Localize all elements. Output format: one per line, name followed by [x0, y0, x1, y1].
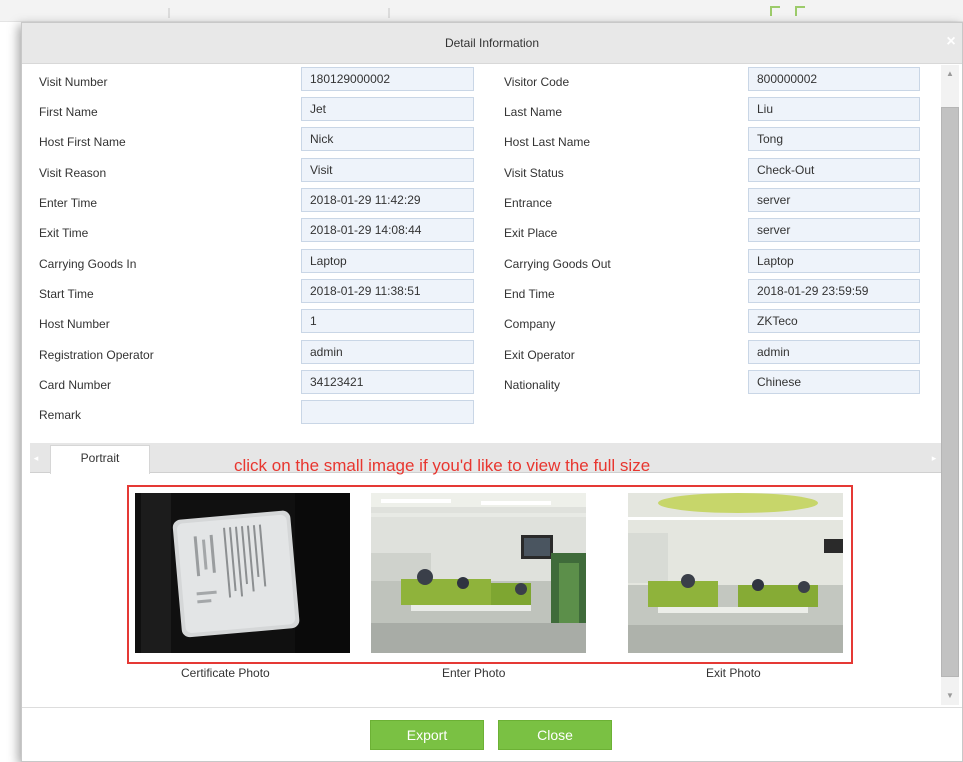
enter-photo-caption: Enter Photo [442, 666, 506, 680]
remark-field [301, 400, 474, 424]
info-row: Start Time 2018-01-29 11:38:51 End Time … [22, 277, 940, 307]
info-row: Visit Reason Visit Visit Status Check-Ou… [22, 156, 940, 186]
close-icon[interactable]: × [943, 33, 959, 51]
field-value: admin [748, 340, 920, 364]
field-value: server [748, 218, 920, 242]
info-row: Host First Name Nick Host Last Name Tong [22, 125, 940, 155]
detail-dialog: Detail Information × Visit Number 180129… [21, 22, 963, 762]
field-label: Visit Number [39, 75, 108, 89]
info-row: Visit Number 180129000002 Visitor Code 8… [22, 65, 940, 95]
field-label: Nationality [504, 378, 561, 392]
certificate-photo-image [135, 493, 350, 653]
field-label: Visit Status [504, 166, 564, 180]
field-label: Carrying Goods Out [504, 257, 611, 271]
vertical-scrollbar[interactable]: ▲ ▼ [941, 65, 959, 705]
field-label: Visit Reason [39, 166, 107, 180]
exit-photo-caption: Exit Photo [706, 666, 761, 680]
dialog-titlebar: Detail Information × [22, 23, 962, 64]
enter-photo[interactable] [371, 493, 586, 653]
certificate-photo-caption: Certificate Photo [181, 666, 270, 680]
full-size-hint: click on the small image if you'd like t… [234, 456, 651, 475]
tab-portrait[interactable]: Portrait [50, 445, 150, 474]
field-value: 2018-01-29 14:08:44 [301, 218, 474, 242]
export-button[interactable]: Export [370, 720, 484, 750]
field-label: Last Name [504, 105, 563, 119]
field-value: 800000002 [748, 67, 920, 91]
field-value: Check-Out [748, 158, 920, 182]
field-label: Host Number [39, 317, 110, 331]
scrollbar-thumb[interactable] [941, 107, 959, 677]
field-label: Visitor Code [504, 75, 570, 89]
close-button[interactable]: Close [498, 720, 612, 750]
field-label: Host First Name [39, 135, 126, 149]
field-value: Chinese [748, 370, 920, 394]
info-row: Carrying Goods In Laptop Carrying Goods … [22, 247, 940, 277]
field-value: admin [301, 340, 474, 364]
field-label: Company [504, 317, 556, 331]
exit-photo[interactable] [628, 493, 843, 653]
info-row: Card Number 34123421 Nationality Chinese [22, 368, 940, 398]
background-window-strip [0, 0, 963, 22]
info-row: First Name Jet Last Name Liu [22, 95, 940, 125]
field-label: End Time [504, 287, 555, 301]
field-value: Tong [748, 127, 920, 151]
info-row: Registration Operator admin Exit Operato… [22, 338, 940, 368]
field-value: 180129000002 [301, 67, 474, 91]
field-value: Liu [748, 97, 920, 121]
tab-scroll-right-icon[interactable]: ▸ [929, 451, 939, 465]
dialog-title: Detail Information [444, 36, 540, 50]
field-label: Enter Time [39, 196, 98, 210]
field-label: Entrance [504, 196, 553, 210]
field-label: First Name [39, 105, 98, 119]
field-value: Jet [301, 97, 474, 121]
field-label: Card Number [39, 378, 112, 392]
field-label: Exit Operator [504, 348, 575, 362]
field-label: Host Last Name [504, 135, 591, 149]
info-row: Exit Time 2018-01-29 14:08:44 Exit Place… [22, 216, 940, 246]
field-value: 34123421 [301, 370, 474, 394]
field-value: 2018-01-29 11:42:29 [301, 188, 474, 212]
footer-divider [22, 707, 962, 708]
field-value: Nick [301, 127, 474, 151]
field-value: Laptop [748, 249, 920, 273]
exit-photo-image [628, 493, 843, 653]
info-row-remark: Remark [22, 398, 940, 428]
field-value: Laptop [301, 249, 474, 273]
field-label: Exit Place [504, 226, 558, 240]
field-value: Visit [301, 158, 474, 182]
tab-scroll-left-icon[interactable]: ◂ [31, 451, 41, 465]
info-row: Enter Time 2018-01-29 11:42:29 Entrance … [22, 186, 940, 216]
field-value: 2018-01-29 11:38:51 [301, 279, 474, 303]
field-label: Carrying Goods In [39, 257, 137, 271]
background-green-icon [770, 6, 780, 16]
info-row: Host Number 1 Company ZKTeco [22, 307, 940, 337]
certificate-photo[interactable] [135, 493, 350, 653]
field-label: Exit Time [39, 226, 89, 240]
background-divider [388, 8, 390, 18]
field-value: ZKTeco [748, 309, 920, 333]
remark-label: Remark [39, 408, 82, 422]
field-label: Registration Operator [39, 348, 154, 362]
field-label: Start Time [39, 287, 94, 301]
field-value: 1 [301, 309, 474, 333]
enter-photo-image [371, 493, 586, 653]
scroll-down-icon[interactable]: ▼ [941, 687, 959, 705]
scroll-up-icon[interactable]: ▲ [941, 65, 959, 83]
background-green-icon [795, 6, 805, 16]
field-value: 2018-01-29 23:59:59 [748, 279, 920, 303]
background-divider [168, 8, 170, 18]
field-value: server [748, 188, 920, 212]
